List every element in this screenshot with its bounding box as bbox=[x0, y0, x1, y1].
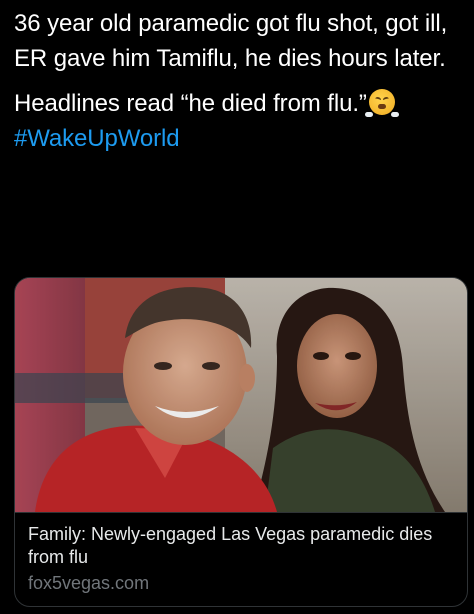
tweet-paragraph-2-text: Headlines read “he died from flu.” bbox=[14, 90, 367, 117]
link-preview-title[interactable]: Family: Newly-engaged Las Vegas paramedi… bbox=[28, 523, 454, 569]
tweet-text: 36 year old paramedic got flu shot, got … bbox=[14, 6, 466, 156]
tweet-paragraph-2: Headlines read “he died from flu.” bbox=[14, 86, 466, 121]
hashtag-link[interactable]: #WakeUpWorld bbox=[14, 121, 466, 156]
link-preview-card[interactable]: Family: Newly-engaged Las Vegas paramedi… bbox=[14, 277, 468, 607]
link-preview-image[interactable] bbox=[15, 278, 467, 512]
link-preview-domain: fox5vegas.com bbox=[28, 573, 150, 593]
couple-photo-image bbox=[15, 278, 467, 512]
link-preview-meta[interactable]: Family: Newly-engaged Las Vegas paramedi… bbox=[15, 512, 467, 595]
face-with-steam-from-nose-icon bbox=[364, 89, 399, 117]
tweet-paragraph-1: 36 year old paramedic got flu shot, got … bbox=[14, 10, 448, 72]
